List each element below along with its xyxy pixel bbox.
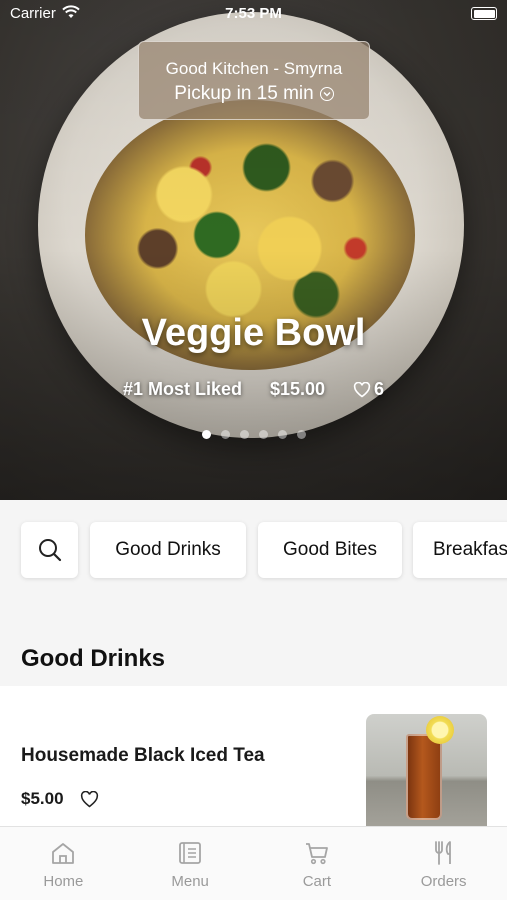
tab-home[interactable]: Home	[0, 827, 127, 900]
carousel-dot[interactable]	[239, 430, 249, 439]
item-name: Housemade Black Iced Tea	[21, 745, 265, 766]
carousel-dot[interactable]	[296, 430, 306, 439]
cart-icon	[305, 843, 328, 865]
carousel-dot[interactable]	[258, 430, 268, 439]
pickup-time: Pickup in 15 min	[139, 83, 369, 105]
category-breakfast[interactable]: Breakfast	[413, 522, 507, 578]
search-icon	[38, 539, 61, 562]
location-name: Good Kitchen - Smyrna	[165, 59, 343, 78]
menu-item-card[interactable]: Housemade Black Iced Tea $5.00	[0, 686, 507, 826]
pickup-time-label: Pickup in 15 min	[174, 83, 314, 104]
tab-cart[interactable]: Cart	[254, 827, 381, 900]
hero-like-count: 6	[374, 379, 385, 399]
tab-bar: Home Menu Cart Orders	[0, 826, 507, 900]
category-good-drinks[interactable]: Good Drinks	[90, 522, 246, 578]
item-price: $5.00	[21, 789, 64, 808]
section-title: Good Drinks	[21, 645, 166, 672]
tab-label: Home	[43, 873, 84, 890]
tab-label: Cart	[302, 873, 332, 890]
heart-icon	[353, 381, 371, 398]
orders-icon	[434, 841, 451, 865]
category-good-bites[interactable]: Good Bites	[258, 522, 402, 578]
menu-icon	[179, 842, 202, 864]
tab-orders[interactable]: Orders	[380, 827, 507, 900]
home-icon	[52, 843, 75, 864]
carousel-dot[interactable]	[201, 430, 211, 439]
carousel-indicator[interactable]	[0, 430, 507, 439]
tab-label: Menu	[171, 873, 209, 890]
chevron-down-icon	[319, 87, 334, 101]
category-bar: Good Drinks Good Bites Breakfast	[0, 500, 507, 610]
location-selector[interactable]: Good Kitchen - Smyrna Pickup in 15 min	[138, 41, 370, 120]
search-button[interactable]	[21, 522, 78, 578]
hero-meta: #1 Most Liked $15.00 6	[0, 379, 507, 400]
tab-label: Orders	[420, 873, 467, 890]
tab-menu[interactable]: Menu	[127, 827, 254, 900]
status-bar: Carrier 7:53 PM	[0, 0, 507, 28]
hero-rank: #1 Most Liked	[122, 379, 242, 399]
hero-price: $15.00	[269, 379, 326, 399]
hero-likes[interactable]: 6	[353, 379, 384, 400]
status-time: 7:53 PM	[225, 5, 282, 22]
battery-icon	[471, 7, 497, 20]
heart-icon[interactable]	[80, 790, 99, 808]
item-price-row: $5.00	[21, 789, 99, 809]
carousel-dot[interactable]	[220, 430, 230, 439]
item-photo	[366, 714, 487, 826]
carousel-dot[interactable]	[277, 430, 287, 439]
hero-banner[interactable]: Carrier 7:53 PM Good Kitchen - Smyrna Pi…	[0, 0, 507, 500]
hero-title: Veggie Bowl	[141, 312, 366, 354]
